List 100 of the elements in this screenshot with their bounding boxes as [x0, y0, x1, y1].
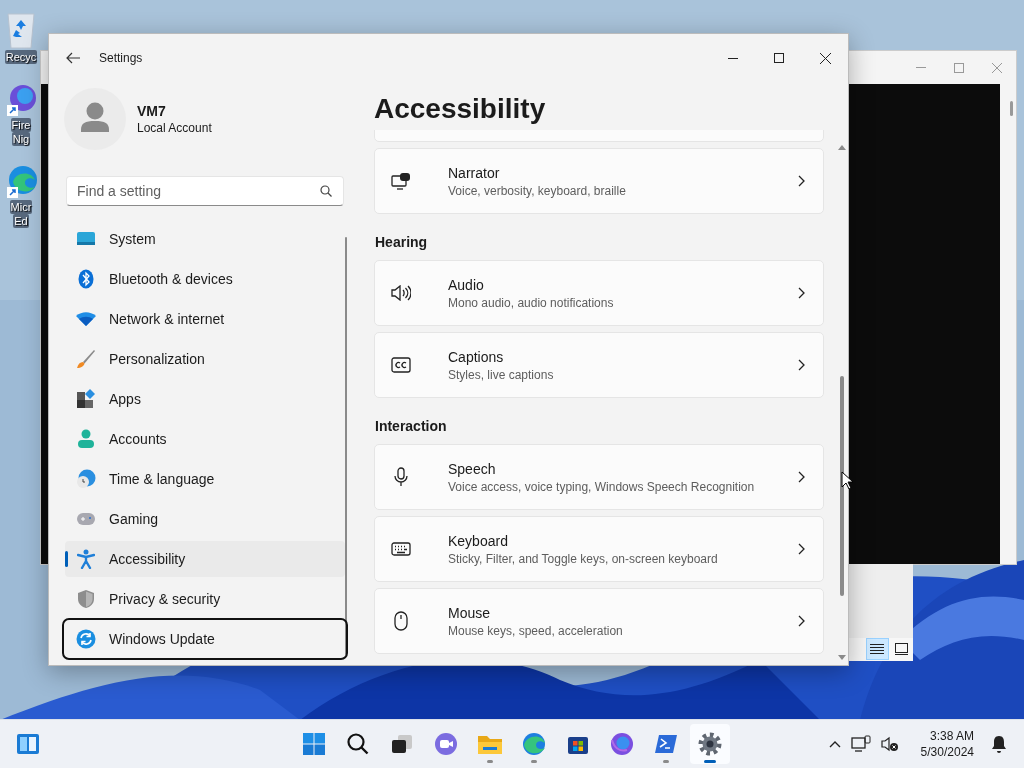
scrollbar-thumb[interactable] — [345, 237, 347, 655]
settings-card[interactable]: Speech Voice access, voice typing, Windows Speech Recognition — [374, 444, 824, 510]
nav-item[interactable]: Accessibility — [65, 541, 345, 577]
account-type: Local Account — [137, 120, 212, 136]
close-icon[interactable] — [992, 62, 1002, 73]
selection-indicator — [65, 551, 68, 567]
shield-icon — [77, 589, 95, 609]
gamepad-icon — [76, 512, 96, 526]
apps-icon — [76, 389, 96, 409]
card-description: Voice access, voice typing, Windows Speech Recognition — [448, 478, 756, 495]
scroll-up-icon[interactable] — [838, 144, 846, 150]
card-title: Narrator — [448, 163, 501, 183]
keyboard-icon — [391, 542, 411, 556]
muted-speaker-icon[interactable] — [880, 736, 899, 752]
card-title: Keyboard — [448, 531, 509, 551]
card-title: Speech — [448, 459, 497, 479]
settings-card[interactable]: Narrator Voice, verbosity, keyboard, braille — [374, 148, 824, 214]
nav-item[interactable]: Personalization — [65, 341, 345, 377]
clock-time: 3:38 AM — [929, 728, 974, 744]
nav-item[interactable]: Apps — [65, 381, 345, 417]
notification-bell-icon[interactable] — [990, 735, 1008, 753]
tiles-view-icon — [895, 643, 909, 655]
search-icon — [320, 185, 332, 197]
nav-item[interactable]: Windows Update — [65, 621, 345, 657]
captions-icon — [391, 357, 411, 373]
chevron-right-icon — [798, 543, 805, 555]
user-name: VM7 — [137, 102, 167, 120]
list-view-icon — [870, 643, 885, 655]
card-description: Voice, verbosity, keyboard, braille — [448, 182, 627, 199]
chevron-right-icon — [798, 175, 805, 187]
nav-item[interactable]: Accounts — [65, 421, 345, 457]
chevron-right-icon — [798, 615, 805, 627]
card-description: Styles, live captions — [448, 366, 555, 383]
clock-date: 5/30/2024 — [920, 744, 974, 760]
nav-item[interactable]: Bluetooth & devices — [65, 261, 345, 297]
section-heading: Hearing — [374, 233, 429, 252]
nav-item[interactable]: Network & internet — [65, 301, 345, 337]
task-view-icon — [390, 733, 414, 755]
microphone-icon — [394, 467, 408, 487]
card-title: Mouse — [448, 603, 492, 623]
speaker-icon — [391, 285, 411, 301]
nav-item[interactable]: Gaming — [65, 501, 345, 537]
brush-icon — [76, 349, 96, 369]
scroll-down-icon[interactable] — [838, 655, 846, 661]
narrator-icon — [391, 172, 411, 190]
mouse-icon — [394, 611, 408, 631]
nav-item[interactable]: Time & language — [65, 461, 345, 497]
settings-card[interactable]: Captions Styles, live captions — [374, 332, 824, 398]
settings-icon — [698, 732, 722, 756]
window-title: Settings — [99, 51, 143, 65]
chevron-right-icon — [798, 471, 805, 483]
settings-card[interactable]: Audio Mono audio, audio notifications — [374, 260, 824, 326]
section-heading: Interaction — [374, 417, 448, 436]
card-description: Mouse keys, speed, acceleration — [448, 622, 624, 639]
scrollbar-thumb[interactable] — [1009, 101, 1013, 116]
chevron-up-icon[interactable] — [828, 740, 841, 748]
page-title: Accessibility — [374, 92, 547, 126]
update-icon — [76, 629, 96, 649]
back-arrow-icon[interactable] — [65, 52, 81, 64]
settings-card[interactable]: Keyboard Sticky, Filter, and Toggle keys, on-screen keyboard — [374, 516, 824, 582]
taskbar-button[interactable] — [690, 724, 730, 764]
globe-clock-icon — [76, 469, 96, 489]
clock[interactable]: 3:38 AM 5/30/2024 — [920, 728, 974, 760]
search-field[interactable]: Find a setting — [66, 176, 344, 206]
widgets-icon[interactable] — [16, 733, 40, 755]
search-icon — [346, 732, 370, 756]
minimize-icon[interactable] — [916, 66, 926, 69]
nav-item[interactable]: System — [65, 221, 345, 257]
nav-item[interactable]: Privacy & security — [65, 581, 345, 617]
minimize-icon — [728, 57, 738, 59]
card-description: Mono audio, audio notifications — [448, 294, 615, 311]
settings-card[interactable]: Mouse Mouse keys, speed, acceleration — [374, 588, 824, 654]
monitor-icon — [76, 231, 96, 247]
icon-label: Recyc — [4, 50, 38, 64]
accessibility-icon — [77, 549, 95, 569]
maximize-icon — [774, 53, 784, 63]
wifi-icon — [76, 312, 96, 326]
terminal-icon — [654, 733, 678, 755]
card-title: Captions — [448, 347, 505, 367]
start-icon — [302, 732, 326, 756]
icon-label: Ed — [13, 214, 29, 228]
bluetooth-icon — [78, 269, 94, 289]
icon-label: Fire — [10, 118, 32, 132]
folder-icon — [477, 733, 503, 755]
scrollbar-thumb[interactable] — [840, 376, 844, 596]
chevron-right-icon — [798, 287, 805, 299]
chevron-right-icon — [798, 359, 805, 371]
close-icon — [819, 52, 831, 64]
recycle-bin-icon[interactable] — [4, 10, 38, 50]
person-icon — [77, 429, 95, 449]
icon-label: Nig — [11, 132, 31, 146]
card-title: Audio — [448, 275, 485, 295]
view-button[interactable] — [866, 638, 889, 660]
video-chat-icon — [434, 732, 458, 756]
globe-icon — [610, 732, 634, 756]
network-monitor-icon[interactable] — [850, 735, 871, 753]
card-description: Sticky, Filter, and Toggle keys, on-screen keyboard — [448, 550, 719, 567]
maximize-icon[interactable] — [954, 62, 964, 73]
browser-icon — [522, 732, 546, 756]
icon-label: Micr — [9, 200, 33, 214]
